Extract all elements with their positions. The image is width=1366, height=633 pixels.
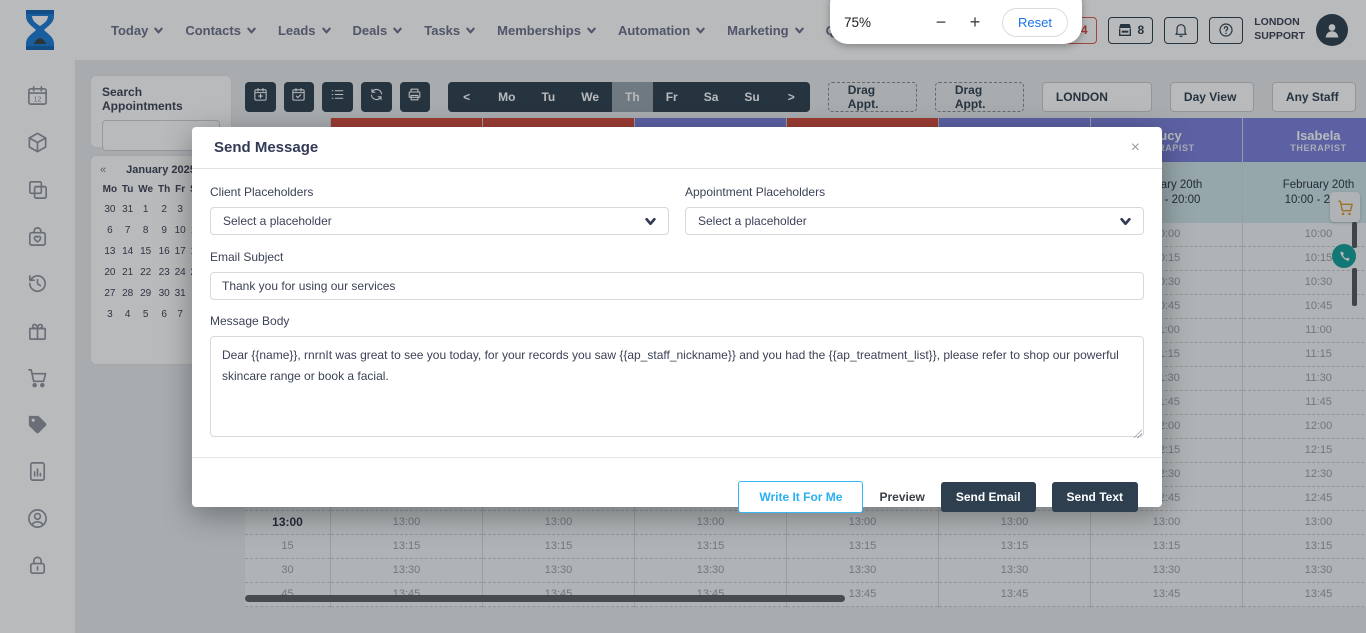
write-it-for-me-button[interactable]: Write It For Me [738, 481, 863, 513]
zoom-level: 75% [844, 15, 871, 30]
message-body-label: Message Body [210, 314, 1144, 328]
close-icon[interactable]: × [1131, 139, 1140, 157]
appointment-placeholders-select[interactable]: Select a placeholder [685, 207, 1144, 235]
client-placeholders-select[interactable]: Select a placeholder [210, 207, 669, 235]
modal-title: Send Message [214, 139, 318, 156]
send-text-button[interactable]: Send Text [1052, 482, 1138, 512]
preview-button[interactable]: Preview [879, 490, 924, 504]
zoom-out-button[interactable]: − [926, 12, 956, 33]
email-subject-input[interactable] [210, 272, 1144, 300]
email-subject-label: Email Subject [210, 250, 1144, 264]
zoom-reset-button[interactable]: Reset [1002, 8, 1068, 37]
zoom-in-button[interactable]: + [960, 12, 990, 33]
message-body-textarea[interactable]: Dear {{name}}, rnrnIt was great to see y… [210, 336, 1144, 437]
chevron-down-icon [1120, 216, 1131, 227]
client-placeholders-label: Client Placeholders [210, 185, 669, 199]
send-email-button[interactable]: Send Email [941, 482, 1036, 512]
chevron-down-icon [645, 216, 656, 227]
appointment-placeholders-label: Appointment Placeholders [685, 185, 1144, 199]
browser-zoom-popup: 75% − + Reset [830, 0, 1082, 44]
send-message-modal: Send Message × Client Placeholders Selec… [192, 127, 1162, 507]
resize-handle[interactable] [1133, 429, 1142, 438]
